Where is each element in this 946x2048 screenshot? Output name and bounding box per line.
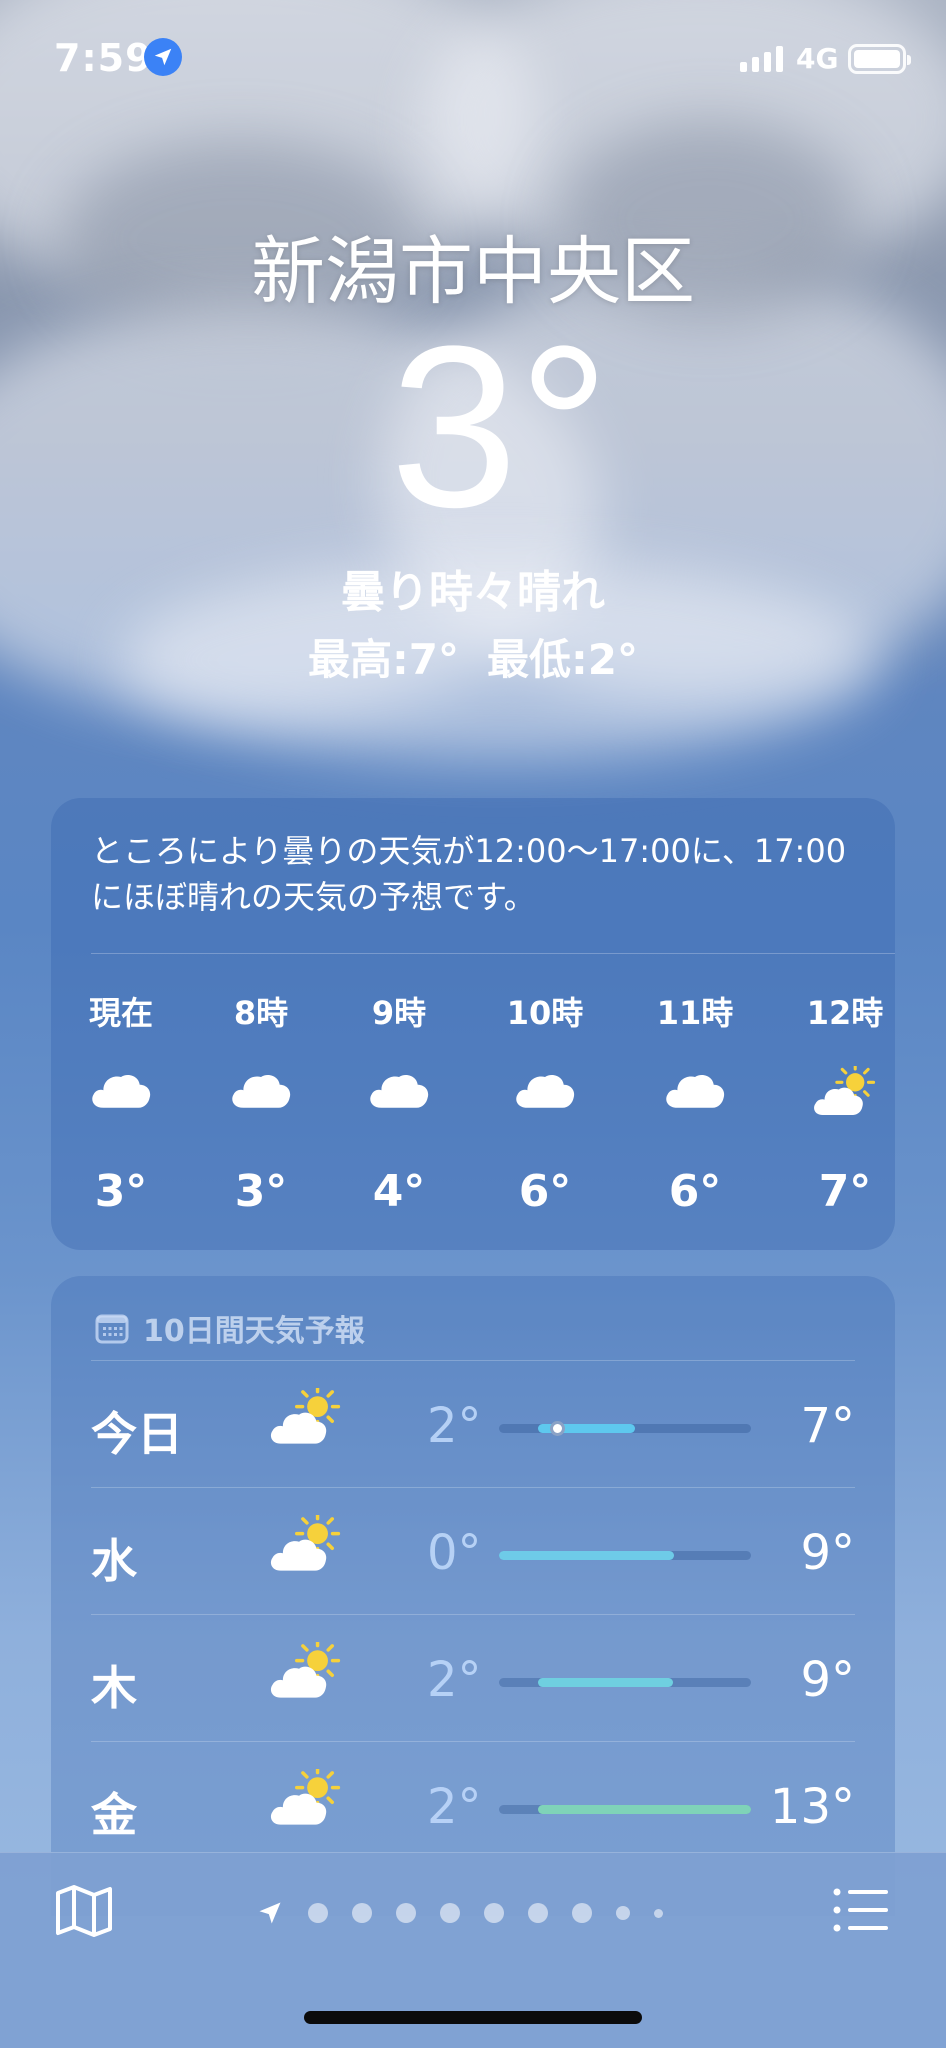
page-dot[interactable] [616,1906,630,1920]
day-low: 2° [427,1652,482,1708]
cloud-icon [71,1066,171,1126]
hour-column: 12時 7° [795,988,895,1217]
ten-day-header: 10日間天気予報 [95,1306,365,1350]
day-high: 13° [769,1779,855,1835]
day-name: 木 [91,1661,137,1715]
day-low: 2° [427,1779,482,1835]
cloud-icon [211,1066,311,1126]
hour-temp: 6° [668,1166,722,1217]
partly-sunny-icon [795,1066,895,1126]
day-row[interactable]: 水 0° 9° [91,1487,855,1613]
hour-temp: 7° [818,1166,872,1217]
current-temperature: 3° [390,298,610,555]
battery-icon [848,44,911,74]
partly-sunny-icon [269,1511,343,1577]
day-low: 2° [427,1398,482,1454]
list-icon [833,1888,888,1932]
page-dot[interactable] [572,1903,592,1923]
high-temp: 最高:7° [307,635,459,684]
page-dot[interactable] [352,1903,372,1923]
hour-temp: 4° [372,1166,426,1217]
hour-temp: 3° [94,1166,148,1217]
partly-sunny-icon [269,1638,343,1704]
ten-day-forecast-card[interactable]: 10日間天気予報 今日 2° 7° 水 0° 9° 木 2° 9° 金 2° 13° [51,1276,895,1916]
current-location-icon [259,1902,281,1924]
hour-column: 11時 6° [645,988,745,1217]
home-indicator[interactable] [304,2011,642,2024]
hour-column: 9時 4° [349,988,449,1217]
day-row[interactable]: 木 2° 9° [91,1614,855,1740]
temperature-range-bar [499,1678,751,1687]
ten-day-title: 10日間天気予報 [143,1314,365,1349]
low-temp: 最低:2° [487,635,639,684]
hour-temp: 3° [234,1166,288,1217]
forecast-summary: ところにより曇りの天気が12:00〜17:00に、17:00にほぼ晴れの天気の予… [91,832,847,916]
cloud-icon [645,1066,745,1126]
current-temp-marker [550,1421,566,1436]
day-name: 金 [91,1788,137,1842]
status-time: 7:59 [54,36,153,80]
location-list-button[interactable] [832,1887,890,1937]
page-dot[interactable] [440,1903,460,1923]
temperature-range-fill [499,1551,674,1560]
temperature-range-fill [537,1678,674,1687]
high-low: 最高:7° 最低:2° [0,626,946,687]
hourly-forecast-card[interactable]: ところにより曇りの天気が12:00〜17:00に、17:00にほぼ晴れの天気の予… [51,798,895,1250]
hour-column: 現在 3° [71,988,171,1217]
temperature-range-bar [499,1805,751,1814]
partly-sunny-icon [269,1765,343,1831]
hour-label: 9時 [371,994,427,1032]
partly-sunny-icon [269,1384,343,1450]
bottom-toolbar [0,1852,946,2048]
calendar-icon [95,1314,129,1344]
hourly-list[interactable]: 現在 3° 8時 3° 9時 4° 10時 6° 11時 6° 12時 7° [71,988,895,1238]
day-high: 9° [800,1652,855,1708]
page-dot[interactable] [308,1903,328,1923]
map-button[interactable] [54,1883,114,1943]
location-arrow-icon [144,38,182,76]
day-name: 今日 [91,1407,183,1461]
status-bar: 7:59 4G [0,0,946,118]
temperature-range-bar [499,1551,751,1560]
page-dot[interactable] [528,1903,548,1923]
hour-temp: 6° [518,1166,572,1217]
day-low: 0° [427,1525,482,1581]
temperature-range-bar [499,1421,751,1436]
hour-label: 10時 [506,994,584,1032]
cloud-icon [495,1066,595,1126]
weather-condition: 曇り時々晴れ [341,567,605,618]
page-dot[interactable] [654,1908,663,1918]
day-high: 9° [800,1525,855,1581]
cellular-signal-icon [740,44,783,72]
hour-column: 8時 3° [211,988,311,1217]
hour-label: 8時 [233,994,289,1032]
hour-label: 現在 [88,994,153,1032]
page-indicator[interactable] [256,1899,663,1927]
cloud-icon [349,1066,449,1126]
map-icon [56,1885,112,1937]
network-type: 4G [796,42,839,75]
day-high: 7° [800,1398,855,1454]
page-dot[interactable] [396,1903,416,1923]
day-row[interactable]: 今日 2° 7° [91,1360,855,1486]
page-dot[interactable] [484,1903,504,1923]
day-name: 水 [91,1534,137,1588]
day-row[interactable]: 金 2° 13° [91,1741,855,1867]
temperature-range-fill [537,1805,751,1814]
divider [91,953,895,954]
hour-column: 10時 6° [495,988,595,1217]
hour-label: 11時 [656,994,734,1032]
hour-label: 12時 [806,994,884,1032]
